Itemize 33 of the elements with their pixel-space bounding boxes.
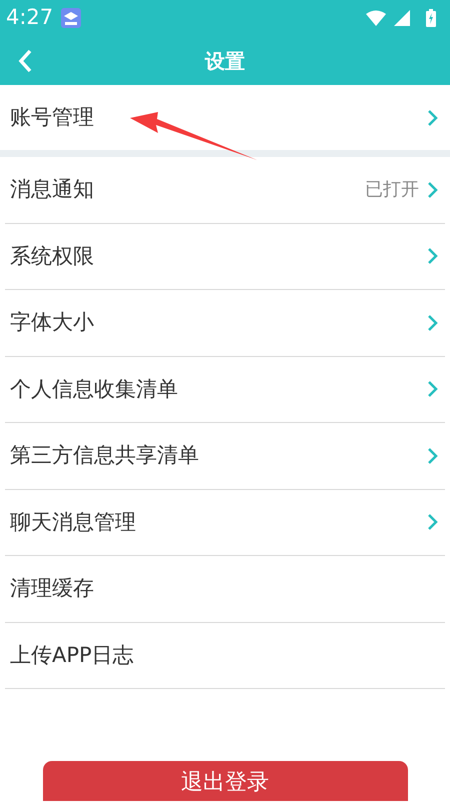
status-time: 4:27 [6, 4, 54, 32]
chevron-icon [427, 380, 439, 398]
settings-row[interactable]: 聊天消息管理 [5, 490, 445, 556]
settings-row[interactable]: 字体大小 [5, 290, 445, 356]
chevron-icon [427, 180, 439, 199]
row-label: 系统权限 [10, 242, 94, 270]
page-title: 设置 [205, 48, 245, 74]
chevron-icon [427, 513, 439, 532]
row-label: 聊天消息管理 [10, 508, 136, 536]
row-label: 字体大小 [10, 309, 94, 336]
row-value: 已打开 [365, 178, 419, 202]
row-label: 账号管理 [10, 104, 94, 131]
app-icon [61, 8, 82, 28]
wifi-icon [366, 10, 386, 26]
row-label: 个人信息收集清单 [10, 376, 178, 402]
settings-row[interactable]: 上传APP日志 [5, 622, 445, 689]
chevron-icon [427, 314, 439, 332]
row-label: 上传APP日志 [10, 642, 134, 668]
settings-row[interactable]: 第三方信息共享清单 [5, 423, 445, 490]
chevron-icon [427, 108, 439, 126]
battery-icon [426, 9, 436, 27]
row-label: 消息通知 [10, 176, 94, 203]
settings-row[interactable]: 清理缓存 [5, 556, 445, 622]
chevron-icon [427, 247, 439, 266]
settings-row[interactable]: 系统权限 [5, 224, 445, 290]
chevron-icon [427, 446, 439, 465]
row-label: 清理缓存 [10, 575, 94, 602]
logout-button[interactable]: 退出登录 [42, 761, 408, 801]
settings-row[interactable]: 消息通知 已打开 [5, 157, 445, 224]
signal-icon [394, 10, 410, 26]
settings-row[interactable]: 个人信息收集清单 [5, 356, 445, 423]
settings-row[interactable]: 账号管理 [5, 85, 445, 150]
row-label: 第三方信息共享清单 [10, 442, 199, 469]
